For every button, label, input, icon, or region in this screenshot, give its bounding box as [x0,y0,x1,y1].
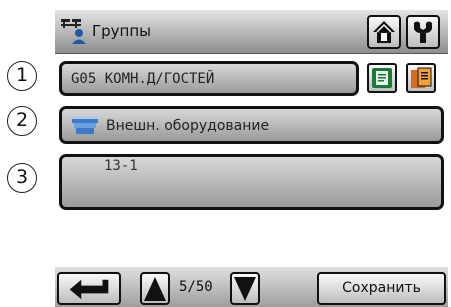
group-name-field[interactable]: G05 КОМН.Д/ГОСТЕЙ [59,61,359,96]
members-field[interactable]: 13-1 [59,154,444,210]
device-screen: Группы G05 КОМН.Д/ГОСТЕЙ Внешн. оборудов… [55,10,448,307]
page-up-button[interactable] [140,272,170,305]
category-label: Внешн. оборудование [106,118,270,134]
members-value: 13-1 [104,158,138,174]
callout-3: 3 [7,163,37,193]
tools-icon [414,21,432,43]
page-title: Группы [92,22,152,40]
groups-icon [61,19,86,44]
callout-2: 2 [7,106,37,136]
triangle-down-icon [234,277,256,301]
page-indicator: 5/50 [179,279,213,295]
category-field[interactable]: Внешн. оборудование [59,106,444,144]
triangle-up-icon [144,277,166,301]
back-button[interactable] [57,272,121,305]
callout-1: 1 [7,61,37,91]
equipment-icon [72,117,98,134]
select-list-icon [411,67,432,88]
page-down-button[interactable] [230,272,260,305]
title-bar: Группы [55,10,448,54]
return-arrow-icon [69,279,109,300]
settings-button[interactable] [406,15,440,49]
group-name-value: G05 КОМН.Д/ГОСТЕЙ [71,71,215,87]
edit-name-button[interactable] [367,63,397,93]
edit-list-icon [372,68,392,88]
bottom-bar: 5/50 Сохранить [55,267,448,307]
home-button[interactable] [367,15,401,49]
home-icon [373,21,395,43]
save-button[interactable]: Сохранить [317,272,446,305]
select-name-button[interactable] [406,63,436,93]
